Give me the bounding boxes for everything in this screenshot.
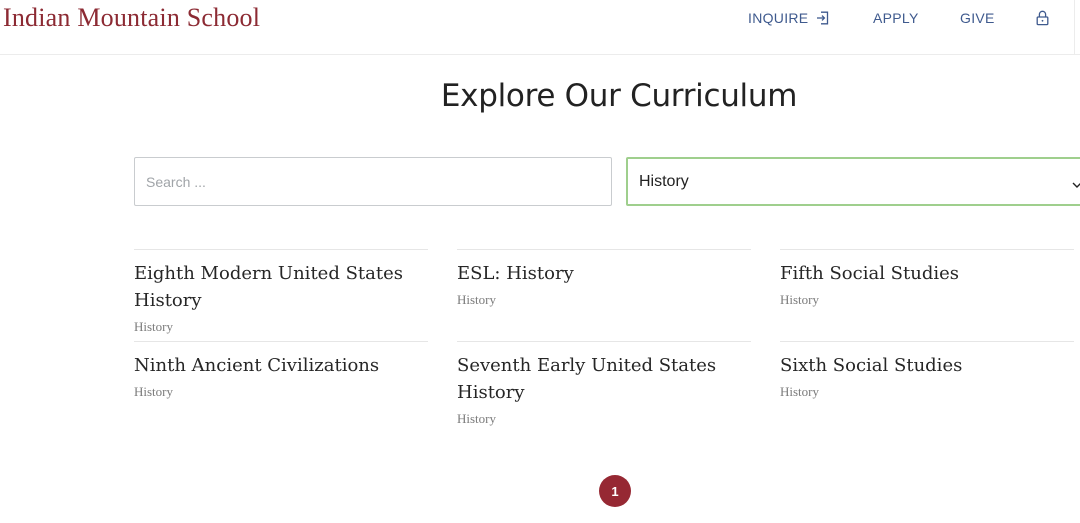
course-category: History <box>457 411 496 426</box>
nav-inquire-link[interactable]: INQUIRE <box>748 10 829 26</box>
course-category: History <box>134 319 173 334</box>
course-item[interactable]: Sixth Social Studies History <box>780 341 1074 400</box>
course-item[interactable]: ESL: History History <box>457 249 751 308</box>
course-item[interactable]: Fifth Social Studies History <box>780 249 1074 308</box>
course-item[interactable]: Seventh Early United States History Hist… <box>457 341 751 427</box>
pagination-page-1[interactable]: 1 <box>599 475 631 507</box>
header-divider <box>1074 0 1075 55</box>
nav-apply-link[interactable]: APPLY <box>873 10 919 26</box>
course-title: Ninth Ancient Civilizations <box>134 355 380 376</box>
nav-inquire-label: INQUIRE <box>748 10 809 26</box>
course-title: ESL: History <box>457 263 574 284</box>
nav-give-link[interactable]: GIVE <box>960 10 995 26</box>
sign-in-icon <box>816 11 829 25</box>
page-title: Explore Our Curriculum <box>440 78 798 114</box>
site-header: Indian Mountain School INQUIRE APPLY GIV… <box>0 0 1080 55</box>
course-title: Seventh Early United States History <box>457 355 717 403</box>
course-item[interactable]: Eighth Modern United States History Hist… <box>134 249 428 335</box>
course-title: Sixth Social Studies <box>780 355 963 376</box>
course-item[interactable]: Ninth Ancient Civilizations History <box>134 341 428 400</box>
chevron-down-icon <box>1072 176 1080 194</box>
lock-icon <box>1036 10 1049 26</box>
search-input[interactable] <box>134 157 612 206</box>
course-category: History <box>780 384 819 399</box>
category-select[interactable]: History <box>626 157 1080 206</box>
course-title: Fifth Social Studies <box>780 263 959 284</box>
course-category: History <box>780 292 819 307</box>
course-category: History <box>457 292 496 307</box>
category-select-value: History <box>639 172 689 190</box>
main-nav: INQUIRE APPLY GIVE <box>0 10 1080 28</box>
login-lock-button[interactable] <box>1036 10 1049 26</box>
course-title: Eighth Modern United States History <box>134 263 403 311</box>
course-category: History <box>134 384 173 399</box>
